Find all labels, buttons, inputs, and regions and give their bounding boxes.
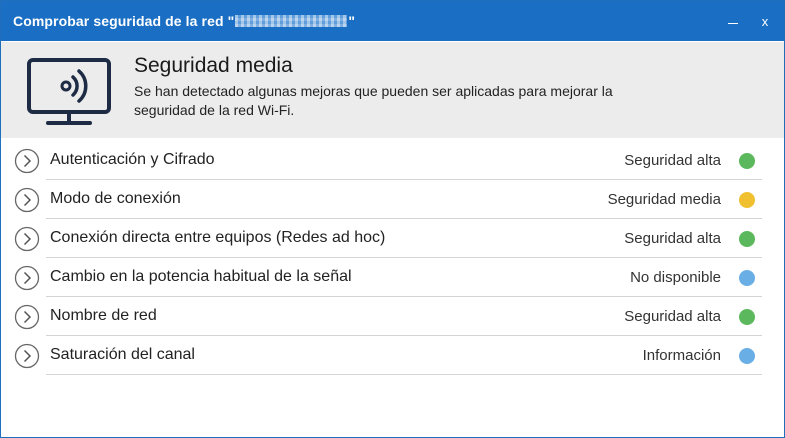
chevron-right-icon	[14, 148, 40, 174]
minimize-icon	[728, 22, 738, 24]
check-row-adhoc[interactable]: Conexión directa entre equipos (Redes ad…	[1, 219, 784, 258]
chevron-right-icon	[14, 265, 40, 291]
check-status: Seguridad alta	[624, 308, 721, 325]
checks-list: Autenticación y Cifrado Seguridad alta M…	[1, 141, 784, 375]
check-row-signal-power[interactable]: Cambio en la potencia habitual de la señ…	[1, 258, 784, 297]
check-status: Seguridad alta	[624, 152, 721, 169]
chevron-right-icon	[14, 304, 40, 330]
security-level-title: Seguridad media	[134, 54, 293, 77]
chevron-right-icon	[14, 226, 40, 252]
status-dot	[739, 231, 755, 247]
monitor-wifi-icon	[27, 58, 111, 125]
check-row-network-name[interactable]: Nombre de red Seguridad alta	[1, 297, 784, 336]
check-label: Nombre de red	[50, 307, 157, 324]
status-dot	[739, 348, 755, 364]
check-row-connection-mode[interactable]: Modo de conexión Seguridad media	[1, 180, 784, 219]
status-dot	[739, 192, 755, 208]
check-label: Cambio en la potencia habitual de la señ…	[50, 268, 352, 285]
check-status: Información	[642, 347, 721, 364]
status-dot	[739, 309, 755, 325]
minimize-button[interactable]	[718, 1, 748, 41]
check-status: Seguridad media	[607, 191, 721, 208]
status-dot	[739, 153, 755, 169]
close-button[interactable]: x	[750, 1, 780, 41]
security-description: Se han detectado algunas mejoras que pue…	[134, 83, 613, 118]
check-row-authentication[interactable]: Autenticación y Cifrado Seguridad alta	[1, 141, 784, 180]
check-row-channel-saturation[interactable]: Saturación del canal Información	[1, 336, 784, 375]
row-divider	[46, 374, 762, 375]
title-bar: Comprobar seguridad de la red " " x	[1, 1, 784, 41]
window-title-prefix: Comprobar seguridad de la red "	[13, 13, 235, 29]
status-dot	[739, 270, 755, 286]
check-label: Autenticación y Cifrado	[50, 151, 215, 168]
check-status: Seguridad alta	[624, 230, 721, 247]
redacted-network-name	[235, 15, 348, 27]
check-label: Conexión directa entre equipos (Redes ad…	[50, 229, 386, 246]
security-check-window: Comprobar seguridad de la red " " x Segu…	[0, 0, 785, 438]
status-header: Seguridad media Se han detectado algunas…	[1, 42, 784, 138]
chevron-right-icon	[14, 343, 40, 369]
check-label: Modo de conexión	[50, 190, 181, 207]
check-label: Saturación del canal	[50, 346, 195, 363]
window-title-suffix: "	[348, 13, 356, 29]
window-title: Comprobar seguridad de la red " "	[13, 13, 355, 29]
chevron-right-icon	[14, 187, 40, 213]
check-status: No disponible	[630, 269, 721, 286]
